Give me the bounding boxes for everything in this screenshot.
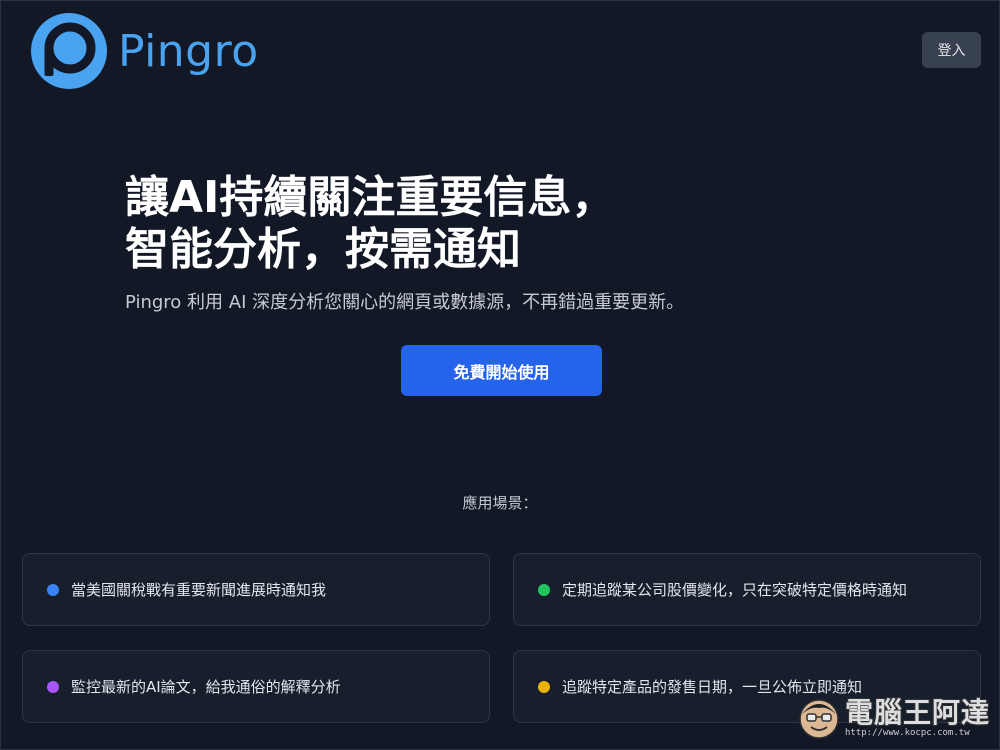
watermark: 電腦王阿達 http://www.kocpc.com.tw	[797, 696, 990, 740]
hero-title: 讓AI持續關注重要信息， 智能分析，按需通知	[125, 172, 825, 276]
mascot-face-icon	[799, 699, 839, 739]
bullet-dot-icon	[47, 680, 59, 693]
use-case-text: 當美國關稅戰有重要新聞進展時通知我	[71, 581, 327, 599]
bullet-dot-icon	[47, 583, 59, 596]
bullet-dot-icon	[538, 583, 550, 596]
login-button[interactable]: 登入	[922, 32, 981, 68]
get-started-button[interactable]: 免費開始使用	[401, 345, 602, 396]
use-case-card: 定期追蹤某公司股價變化，只在突破特定價格時通知	[513, 553, 981, 626]
use-cases-label: 應用場景：	[462, 494, 538, 512]
hero-subtitle: Pingro 利用 AI 深度分析您關心的網頁或數據源，不再錯過重要更新。	[125, 292, 685, 313]
pingro-logo-icon	[31, 13, 107, 89]
use-case-text: 定期追蹤某公司股價變化，只在突破特定價格時通知	[562, 581, 908, 599]
hero-title-line-2: 智能分析，按需通知	[125, 224, 521, 275]
use-case-card: 當美國關稅戰有重要新聞進展時通知我	[22, 553, 490, 626]
use-case-text: 監控最新的AI論文，給我通俗的解釋分析	[71, 678, 341, 696]
watermark-title: 電腦王阿達	[844, 696, 990, 729]
brand-logo[interactable]: Pingro	[30, 11, 259, 91]
use-case-text: 追蹤特定產品的發售日期，一旦公佈立即通知	[562, 678, 863, 696]
watermark-url: http://www.kocpc.com.tw	[844, 728, 970, 738]
use-case-card: 監控最新的AI論文，給我通俗的解釋分析	[22, 650, 490, 723]
bullet-dot-icon	[538, 680, 550, 693]
hero-title-line-1: 讓AI持續關注重要信息，	[125, 172, 616, 223]
brand-name: Pingro	[118, 25, 259, 77]
